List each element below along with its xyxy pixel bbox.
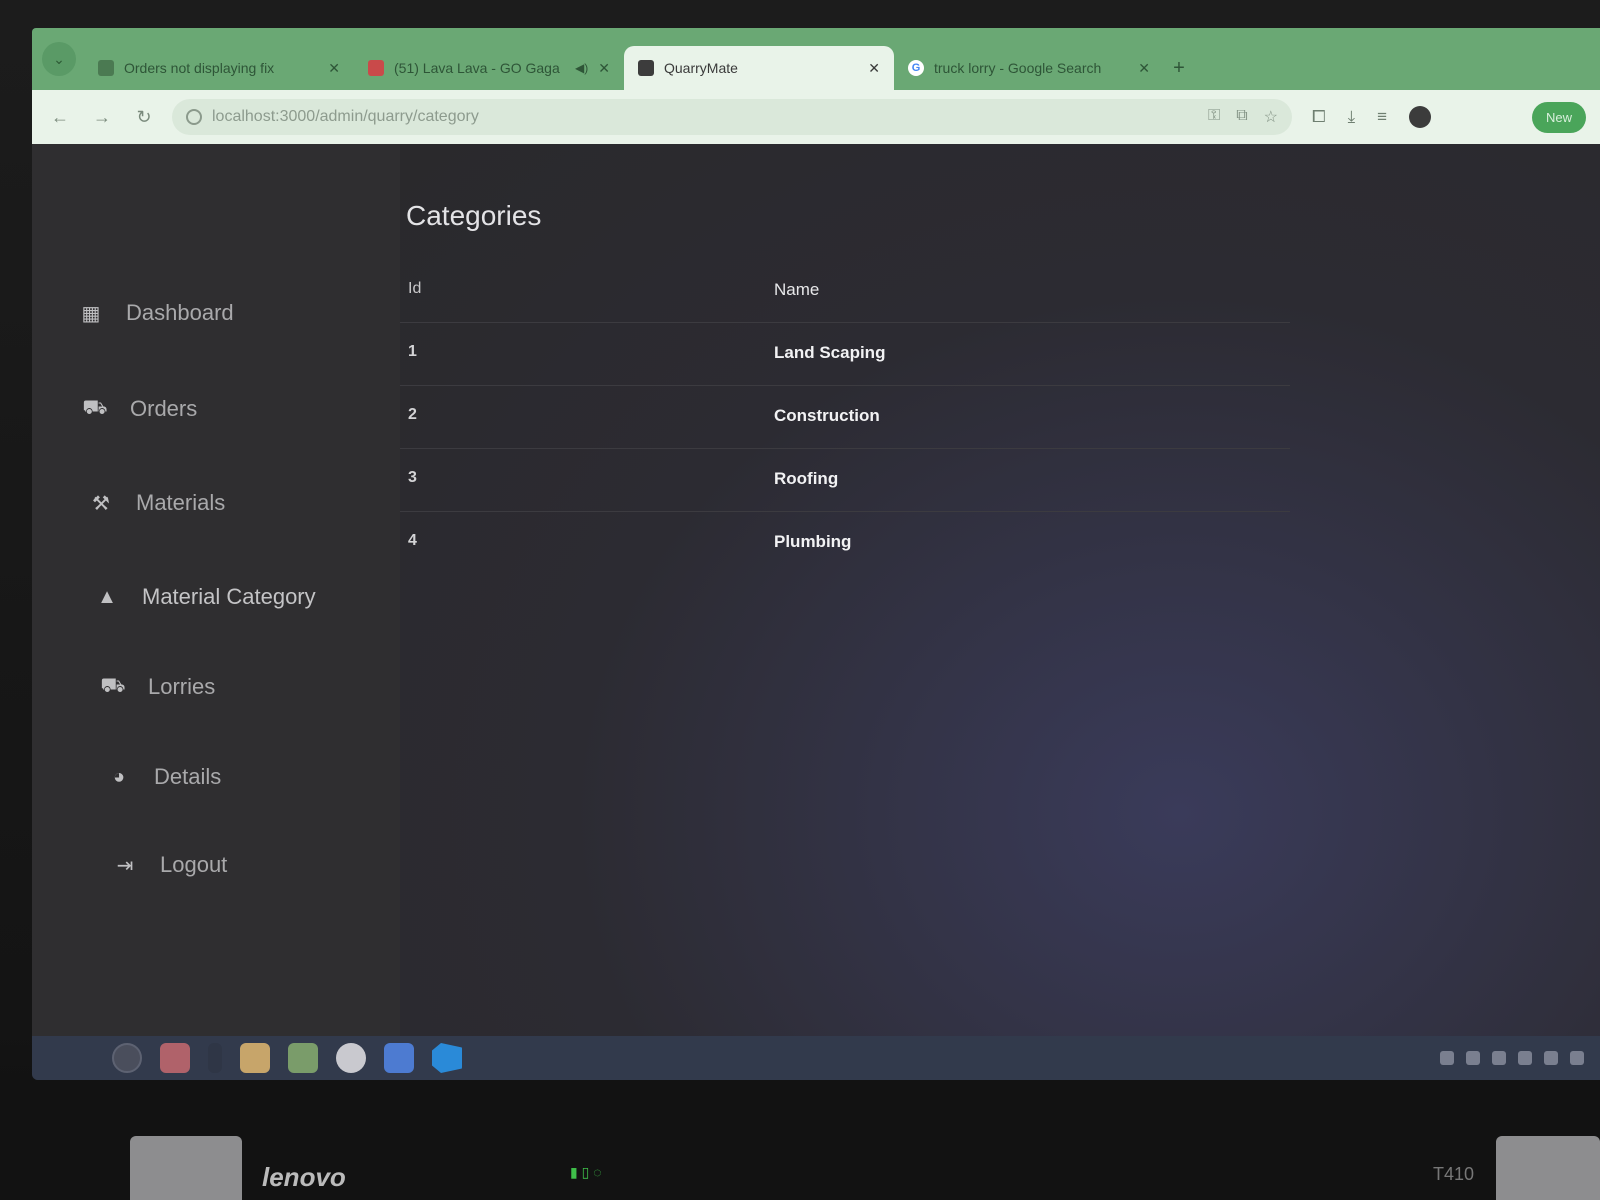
logout-icon: ⇥: [116, 854, 134, 877]
laptop-brand-logo: lenovo: [262, 1162, 346, 1192]
details-icon: ◕: [112, 765, 126, 788]
sidebar-item-label: Logout: [160, 852, 228, 877]
table-row[interactable]: 4 Plumbing: [400, 512, 1290, 574]
page-title: Categories: [406, 200, 542, 231]
tools-icon: ⚒: [92, 492, 110, 515]
tab-google-search[interactable]: G truck lorry - Google Search ✕: [894, 46, 1164, 90]
tray-icon[interactable]: [1440, 1051, 1454, 1065]
main-content: Categories Id Name 1 Land Scaping 2 Cons…: [400, 144, 1600, 1036]
star-icon[interactable]: ☆: [1264, 107, 1278, 127]
media-icon[interactable]: ≡: [1377, 107, 1387, 127]
close-icon[interactable]: ✕: [598, 60, 610, 77]
sidebar-item-dashboard[interactable]: ▦ Dashboard: [80, 300, 234, 326]
os-taskbar: [32, 1036, 1600, 1080]
address-bar[interactable]: localhost:3000/admin/quarry/category ⚿ ⧉…: [172, 99, 1292, 135]
tab-orders-fix[interactable]: Orders not displaying fix ✕: [84, 46, 354, 90]
browser-tabbar: ⌄ Orders not displaying fix ✕ (51) Lava …: [32, 28, 1600, 90]
sidebar-item-materials[interactable]: ⚒ Materials: [90, 490, 225, 516]
youtube-icon: [368, 60, 384, 76]
tray-icon[interactable]: [1518, 1051, 1532, 1065]
ide-icon[interactable]: [384, 1043, 414, 1073]
extensions-icon[interactable]: ⧠: [1312, 107, 1326, 127]
app-circle-icon[interactable]: [336, 1043, 366, 1073]
reload-icon[interactable]: ↻: [130, 107, 158, 128]
cell-id: 1: [408, 343, 417, 360]
site-info-icon[interactable]: [186, 109, 202, 125]
sidebar-item-orders[interactable]: ⛟ Orders: [82, 396, 198, 422]
tab-quarrymate[interactable]: QuarryMate ✕: [624, 46, 894, 90]
tray-icon[interactable]: [1544, 1051, 1558, 1065]
tray-icon[interactable]: [1570, 1051, 1584, 1065]
tab-title: Orders not displaying fix: [124, 60, 275, 76]
google-icon: G: [908, 60, 924, 76]
tab-title: truck lorry - Google Search: [934, 60, 1102, 76]
browser-icon[interactable]: [288, 1043, 318, 1073]
column-header-name: Name: [774, 280, 820, 299]
screen: ⌄ Orders not displaying fix ✕ (51) Lava …: [32, 28, 1600, 1080]
download-icon[interactable]: ⤓: [1348, 107, 1356, 127]
table-row[interactable]: 1 Land Scaping: [400, 323, 1290, 386]
sidebar-item-lorries[interactable]: ⛟ Lorries: [100, 674, 216, 700]
forward-icon[interactable]: →: [88, 107, 116, 128]
new-chrome-button[interactable]: New: [1531, 101, 1586, 133]
close-icon[interactable]: ✕: [1138, 60, 1150, 77]
cell-name: Construction: [774, 406, 880, 425]
github-icon: [98, 60, 114, 76]
table-row[interactable]: 2 Construction: [400, 386, 1290, 449]
sidebar-item-details[interactable]: ◕ Details: [108, 764, 221, 790]
sidebar-item-logout[interactable]: ⇥ Logout: [114, 852, 228, 878]
profile-avatar[interactable]: [1409, 106, 1432, 128]
folder-icon[interactable]: [240, 1043, 270, 1073]
cell-id: 2: [408, 406, 417, 423]
start-menu-icon[interactable]: [112, 1043, 142, 1073]
back-icon[interactable]: ←: [46, 107, 74, 128]
key-icon[interactable]: ⚿: [1208, 107, 1220, 127]
status-led-icons: ▮ ▯ ◌: [570, 1164, 602, 1180]
truck-icon: ⛟: [100, 674, 126, 697]
tab-title: (51) Lava Lava - GO Gaga: [394, 60, 560, 76]
table-row[interactable]: 3 Roofing: [400, 449, 1290, 512]
column-header-id: Id: [408, 280, 422, 297]
app-launcher-icon[interactable]: [160, 1043, 190, 1073]
new-tab-button[interactable]: +: [1164, 46, 1194, 90]
browser-toolbar: ← → ↻ localhost:3000/admin/quarry/catego…: [32, 90, 1600, 144]
sidebar-item-label: Material Category: [142, 584, 316, 609]
url-text[interactable]: localhost:3000/admin/quarry/category: [212, 108, 1198, 126]
sidebar: ▦ Dashboard ⛟ Orders ⚒ Materials ▲ Mater…: [32, 144, 400, 1036]
laptop-model-label: T410: [1432, 1164, 1474, 1184]
tray-icon[interactable]: [1466, 1051, 1480, 1065]
app-icon: [638, 60, 654, 76]
shapes-icon: ▲: [97, 585, 117, 608]
install-icon[interactable]: ⧉: [1236, 107, 1247, 127]
app: ▦ Dashboard ⛟ Orders ⚒ Materials ▲ Mater…: [32, 144, 1600, 1036]
cell-id: 3: [408, 469, 417, 486]
hinge-right: [1496, 1136, 1600, 1200]
hinge-left: [130, 1136, 242, 1200]
close-icon[interactable]: ✕: [328, 60, 340, 77]
sidebar-item-label: Materials: [136, 490, 226, 515]
tab-search-icon[interactable]: ⌄: [42, 42, 76, 76]
categories-table: Id Name 1 Land Scaping 2 Construction 3 …: [400, 260, 1290, 574]
speaker-icon[interactable]: ◀): [575, 61, 588, 75]
cell-name: Roofing: [774, 469, 839, 488]
vscode-icon[interactable]: [432, 1043, 462, 1073]
table-header: Id Name: [400, 260, 1290, 323]
tab-title: QuarryMate: [664, 60, 738, 76]
cell-id: 4: [408, 532, 417, 549]
tab-lava-lava[interactable]: (51) Lava Lava - GO Gaga ◀) ✕: [354, 46, 624, 90]
sidebar-item-label: Dashboard: [126, 300, 234, 325]
close-icon[interactable]: ✕: [868, 60, 880, 77]
sidebar-item-label: Details: [154, 764, 222, 789]
dashboard-icon: ▦: [81, 302, 101, 325]
sidebar-item-label: Orders: [130, 396, 198, 421]
separator-icon: [208, 1043, 222, 1073]
sidebar-item-material-category[interactable]: ▲ Material Category: [96, 584, 316, 610]
sidebar-item-label: Lorries: [148, 674, 216, 699]
cell-name: Land Scaping: [774, 343, 886, 362]
system-tray: [1440, 1051, 1600, 1065]
cell-name: Plumbing: [774, 532, 852, 551]
tray-icon[interactable]: [1492, 1051, 1506, 1065]
truck-icon: ⛟: [82, 396, 108, 419]
